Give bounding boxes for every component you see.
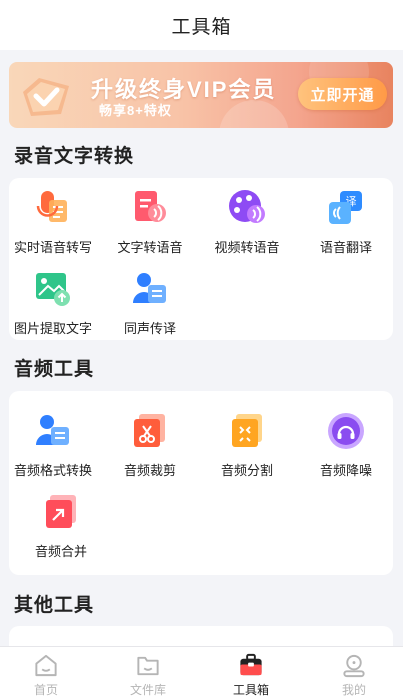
tab-label: 文件库: [129, 683, 166, 697]
tool-audio-trim[interactable]: 音频裁剪: [102, 411, 198, 479]
tab-profile[interactable]: 我的: [304, 647, 403, 697]
audio-format-convert-icon: [36, 415, 69, 445]
tool-voice-translate[interactable]: 译 语音翻译: [298, 188, 394, 256]
open-vip-button[interactable]: 立即开通: [298, 78, 387, 110]
banner-subtitle: 畅享8+特权: [99, 103, 172, 118]
text-to-speech-icon: [135, 191, 166, 222]
image-ocr-icon: [36, 273, 70, 306]
video-to-audio-icon: [229, 190, 265, 223]
page-title: 工具箱: [171, 16, 232, 38]
tool-label: 图片提取文字: [13, 321, 92, 336]
audio-split-icon: [232, 414, 262, 447]
tool-image-ocr[interactable]: 图片提取文字: [5, 269, 101, 337]
tool-audio-split[interactable]: 音频分割: [199, 411, 295, 479]
tool-label: 文字转语音: [117, 240, 183, 255]
audio-merge-icon: [46, 495, 76, 528]
tool-simultaneous-interpret[interactable]: 同声传译: [102, 269, 198, 337]
section-title-other-tools: 其他工具: [14, 595, 95, 616]
vip-upgrade-banner[interactable]: 升级终身VIP会员 畅享8+特权 立即开通: [9, 62, 393, 128]
section-title-audio-tools: 音频工具: [14, 359, 95, 380]
audio-trim-icon: [134, 414, 165, 447]
tool-label: 音频降噪: [319, 463, 372, 478]
section-title-speech-text: 录音文字转换: [14, 146, 135, 167]
tab-home[interactable]: 首页: [0, 647, 96, 697]
simultaneous-interpret-icon: [133, 273, 166, 303]
mic-transcribe-icon: [36, 191, 67, 222]
audio-denoise-icon: [328, 413, 364, 449]
tab-file-library[interactable]: 文件库: [98, 647, 198, 697]
tool-label: 音频合并: [34, 544, 87, 559]
tool-audio-denoise[interactable]: 音频降噪: [298, 411, 394, 479]
tool-realtime-transcribe[interactable]: 实时语音转写: [5, 188, 101, 256]
audio-tools-card: 音频格式转换 音频裁剪 音频分割 音频降噪 音频合并: [9, 391, 393, 575]
home-icon: [35, 654, 57, 677]
tab-label: 我的: [341, 683, 366, 697]
folder-icon: [137, 656, 159, 676]
voice-translate-icon: 译: [329, 191, 362, 224]
tool-audio-format-convert[interactable]: 音频格式转换: [5, 411, 101, 479]
speech-text-tools-card: 实时语音转写 文字转语音 视频转语音 译 语音翻译 图片提取文字 同声传译: [9, 178, 393, 340]
tool-label: 视频转语音: [214, 240, 280, 255]
tab-label: 首页: [33, 683, 58, 697]
tool-audio-merge[interactable]: 音频合并: [13, 492, 109, 560]
tool-label: 同声传译: [123, 321, 176, 336]
tool-label: 音频分割: [220, 463, 273, 478]
tab-toolbox[interactable]: 工具箱: [201, 647, 301, 697]
tool-label: 语音翻译: [319, 240, 372, 255]
app-header: 工具箱: [0, 0, 403, 50]
tool-text-to-speech[interactable]: 文字转语音: [102, 188, 198, 256]
tab-label: 工具箱: [232, 683, 269, 697]
vip-badge-icon: [23, 78, 69, 116]
tool-video-to-audio[interactable]: 视频转语音: [199, 188, 295, 256]
toolbox-icon: [240, 653, 262, 676]
tool-label: 音频格式转换: [13, 463, 92, 478]
profile-icon: [343, 654, 365, 678]
tool-label: 实时语音转写: [13, 240, 92, 255]
tool-label: 音频裁剪: [123, 463, 176, 478]
bottom-tab-bar: 首页 文件库 工具箱 我的: [0, 646, 403, 697]
